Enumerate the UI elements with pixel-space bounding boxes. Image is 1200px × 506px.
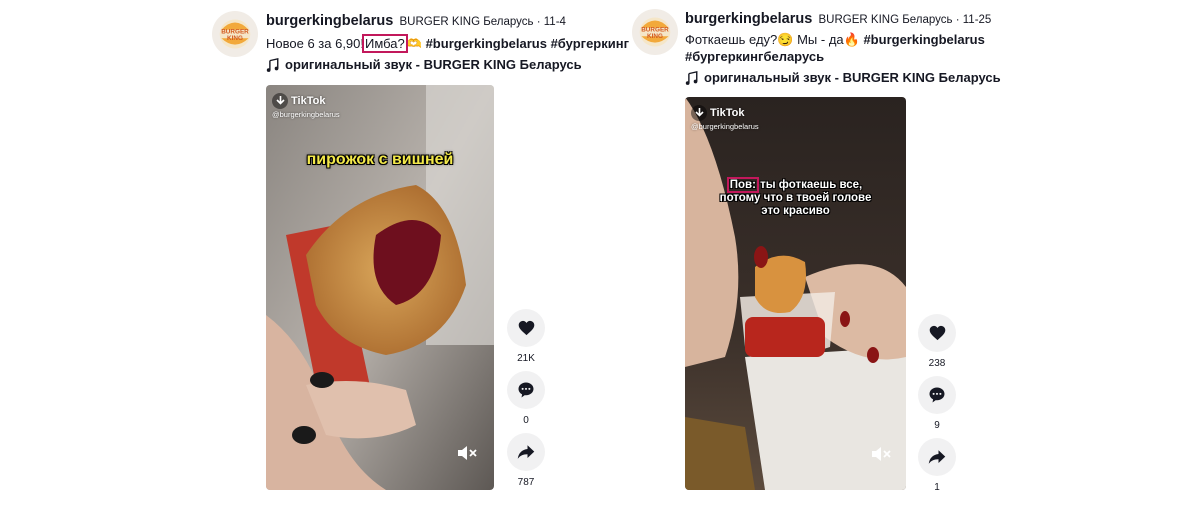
video-overlay-text: пирожок с вишней: [306, 151, 454, 168]
caption: Фоткаешь еду?😏 Мы - да🔥 #burgerkingbelar…: [685, 31, 985, 65]
music-line[interactable]: оригинальный звук - BURGER KING Беларусь: [266, 57, 582, 72]
overlay-highlight: Пов:: [726, 177, 759, 193]
tiktok-watermark: TikTok: [691, 105, 744, 121]
avatar[interactable]: BURGER KING: [212, 11, 258, 57]
music-note-icon: [685, 70, 698, 85]
download-icon[interactable]: [272, 93, 288, 109]
video-player[interactable]: TikTok @burgerkingbelarus пирожок с вишн…: [266, 85, 494, 490]
tiktok-logo-text: TikTok: [291, 95, 326, 107]
music-title: оригинальный звук - BURGER KING Беларусь: [704, 70, 1001, 85]
overlay-line-1: ты фоткаешь все,: [756, 179, 863, 191]
caption-text: Новое 6 за 6,90!: [266, 36, 365, 51]
tiktok-watermark: TikTok: [272, 93, 325, 109]
separator-dot: ·: [536, 16, 544, 28]
comment-button[interactable]: [507, 371, 545, 409]
share-count: 1: [934, 482, 940, 493]
heart-icon: [518, 320, 534, 336]
video-frame: [685, 97, 906, 490]
comment-icon: [929, 387, 945, 403]
overlay-line-2: потому что в твоей голове: [719, 192, 872, 204]
caption-text: Фоткаешь еду?😏 Мы - да🔥: [685, 32, 860, 47]
post-date: 11-4: [543, 16, 566, 28]
share-button[interactable]: [507, 433, 545, 471]
share-button[interactable]: [918, 438, 956, 476]
comment-count: 0: [523, 415, 529, 426]
avatar[interactable]: BURGER KING: [632, 9, 678, 55]
music-line[interactable]: оригинальный звук - BURGER KING Беларусь: [685, 70, 1001, 85]
burger-king-logo: BURGER KING: [219, 19, 251, 49]
caption: Новое 6 за 6,90!Имба?🫶 #burgerkingbelaru…: [266, 34, 629, 53]
music-title: оригинальный звук - BURGER KING Беларусь: [285, 57, 582, 72]
share-count: 787: [517, 477, 535, 488]
page: BURGER KING burgerkingbelarus BURGER KIN…: [0, 0, 1200, 506]
burger-king-logo: BURGER KING: [639, 17, 671, 47]
post-date: 11-25: [962, 14, 992, 26]
hashtag-link[interactable]: #бургеркингбеларусь: [685, 49, 824, 64]
video-frame: [266, 85, 494, 490]
video-player[interactable]: TikTok @burgerkingbelarus Пов: ты фоткае…: [685, 97, 906, 490]
download-icon[interactable]: [691, 105, 707, 121]
comment-icon: [518, 382, 534, 398]
tiktok-logo-text: TikTok: [710, 107, 745, 119]
share-icon: [517, 445, 535, 459]
overlay-line-3: это красиво: [761, 205, 830, 217]
tiktok-watermark-handle: @burgerkingbelarus: [691, 122, 759, 131]
username[interactable]: burgerkingbelarus: [266, 13, 393, 29]
username[interactable]: burgerkingbelarus: [685, 11, 812, 27]
hashtag-link[interactable]: #бургеркинг: [551, 36, 629, 51]
svg-text:KING: KING: [227, 35, 243, 42]
mute-icon[interactable]: [457, 445, 477, 461]
comment-count: 9: [934, 420, 940, 431]
like-count: 238: [928, 358, 946, 369]
action-bar: 21K 0 787: [507, 309, 545, 495]
nickname: BURGER KING Беларусь: [399, 16, 534, 28]
share-icon: [928, 450, 946, 464]
nickname: BURGER KING Беларусь: [818, 14, 953, 26]
svg-text:KING: KING: [647, 33, 663, 40]
video-overlay-text: Пов: ты фоткаешь все, потому что в твоей…: [685, 177, 906, 218]
like-count: 21K: [517, 353, 535, 364]
music-note-icon: [266, 57, 279, 72]
comment-button[interactable]: [918, 376, 956, 414]
mute-icon[interactable]: [871, 446, 891, 462]
hashtag-link[interactable]: #burgerkingbelarus: [863, 32, 984, 47]
caption-emoji: 🫶: [405, 36, 422, 51]
like-button[interactable]: [918, 314, 956, 352]
post-header: burgerkingbelarus BURGER KING Беларусь ·…: [685, 11, 991, 27]
post-header: burgerkingbelarus BURGER KING Беларусь ·…: [266, 13, 566, 29]
tiktok-watermark-handle: @burgerkingbelarus: [272, 110, 340, 119]
like-button[interactable]: [507, 309, 545, 347]
action-bar: 238 9 1: [918, 314, 956, 500]
separator-dot: ·: [955, 14, 963, 26]
caption-highlight: Имба?: [362, 34, 408, 53]
hashtag-link[interactable]: #burgerkingbelarus: [426, 36, 547, 51]
heart-icon: [929, 325, 945, 341]
